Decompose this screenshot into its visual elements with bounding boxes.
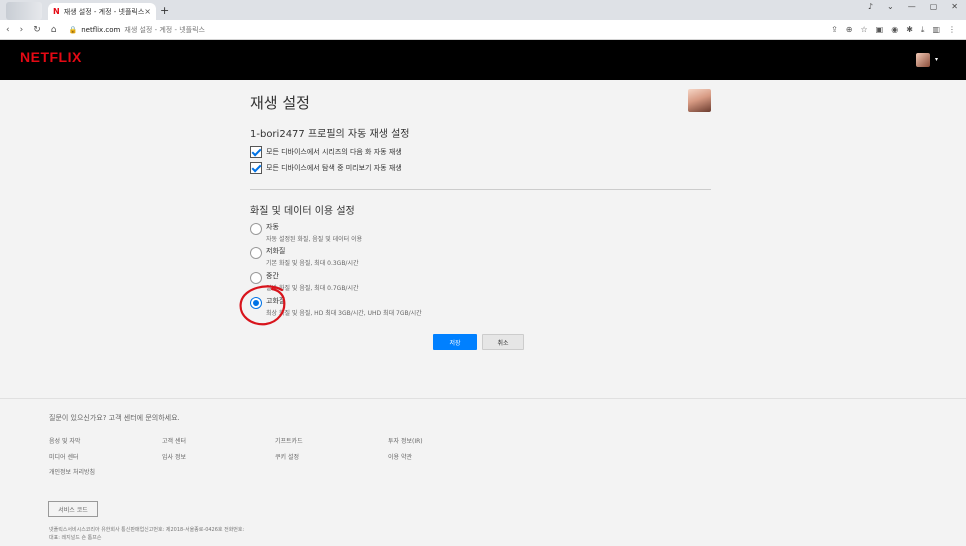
window-controls: ♪ ⌄ — ▢ ✕ [868,2,958,11]
menu-icon[interactable]: ⋮ [948,25,956,35]
tab-close-icon[interactable]: × [144,7,151,16]
quality-low-radio[interactable] [250,247,262,259]
pinned-tab[interactable] [6,2,42,20]
annotation-circle [239,285,286,326]
close-window-button[interactable]: ✕ [951,2,958,11]
media-icon[interactable]: ♪ [868,2,873,11]
home-icon[interactable]: ⌂ [51,25,57,35]
autoplay-next-episode-label: 모든 디바이스에서 시리즈의 다음 화 자동 재생 [266,148,402,156]
url-host: netflix.com [81,25,121,34]
autoplay-section-title: 1-bori2477 프로필의 자동 재생 설정 [250,129,410,140]
quality-medium-radio[interactable] [250,272,262,284]
lock-icon: 🔒 [68,25,78,34]
netflix-logo[interactable]: NETFLIX [20,49,82,65]
forward-icon[interactable]: › [20,25,24,35]
netflix-header: NETFLIX [0,40,966,80]
profile-avatar [688,89,711,112]
extension-icon[interactable]: ▣ [876,25,884,35]
footer-link-investor-relations[interactable]: 투자 정보(IR) [388,436,423,445]
quality-medium-label: 중간 [266,272,279,280]
quality-auto-label: 자동 [266,223,279,231]
footer-legal-line-2: 대표: 레지널드 숀 톰프슨 [49,535,102,541]
puzzle-icon[interactable]: ✱ [906,25,913,35]
footer-link-gift-cards[interactable]: 기프트카드 [275,436,303,445]
bookmark-star-icon[interactable]: ☆ [860,25,867,35]
footer: 질문이 있으신가요? 고객 센터에 문의하세요. 음성 및 자막 고객 센터 기… [0,398,966,546]
browser-tab-bar: N 재생 설정 - 계정 - 넷플릭스 × + ♪ ⌄ — ▢ ✕ [0,0,966,20]
footer-link-media-center[interactable]: 미디어 센터 [49,452,79,461]
back-icon[interactable]: ‹ [6,25,10,35]
page-title: 재생 설정 [250,94,310,112]
quality-option-low[interactable]: 저화질 기본 화질 및 음질, 최대 0.3GB/시간 [250,246,359,267]
quality-low-label: 저화질 [266,247,286,255]
quality-section-title: 화질 및 데이터 이용 설정 [250,206,355,217]
quality-low-desc: 기본 화질 및 음질, 최대 0.3GB/시간 [266,260,359,267]
footer-link-terms[interactable]: 이용 약관 [388,452,412,461]
quality-auto-desc: 자동 설정된 화질, 음질 및 데이터 이용 [266,236,363,243]
playback-settings-main: 재생 설정 1-bori2477 프로필의 자동 재생 설정 모든 디바이스에서… [0,80,966,398]
footer-legal-line-1: 넷플릭스서비시스코리아 유한회사 통신판매업신고번호: 제2018-서울종로-0… [49,527,245,533]
quality-auto-radio[interactable] [250,223,262,235]
footer-link-privacy[interactable]: 개인정보 처리방침 [49,467,95,476]
address-bar: ‹ › ↻ ⌂ 🔒 netflix.com 재생 설정 - 계정 - 넷플릭스 … [0,20,966,40]
footer-link-help-center[interactable]: 고객 센터 [162,436,186,445]
autoplay-previews-option[interactable]: 모든 디바이스에서 탐색 중 미리보기 자동 재생 [250,162,402,174]
zoom-icon[interactable]: ⊕ [846,25,853,35]
cancel-button[interactable]: 취소 [482,334,524,350]
autoplay-previews-checkbox[interactable] [250,162,262,174]
footer-help-text[interactable]: 질문이 있으신가요? 고객 센터에 문의하세요. [49,413,180,423]
new-tab-button[interactable]: + [160,4,169,17]
service-code-button[interactable]: 서비스 코드 [48,501,98,517]
autoplay-next-episode-checkbox[interactable] [250,146,262,158]
section-divider [250,189,711,190]
tab-search-icon[interactable]: ⌄ [887,2,894,11]
footer-link-jobs[interactable]: 입사 정보 [162,452,186,461]
netflix-favicon-icon: N [53,7,60,16]
quality-high-label: 고화질 [266,297,286,305]
browser-nav: ‹ › ↻ ⌂ [6,25,56,35]
share-icon[interactable]: ⇪ [831,25,838,35]
download-icon[interactable]: ⤓ [921,25,925,35]
footer-link-audio-subtitles[interactable]: 음성 및 자막 [49,436,80,445]
autoplay-previews-label: 모든 디바이스에서 탐색 중 미리보기 자동 재생 [266,164,402,172]
browser-tab-active[interactable]: N 재생 설정 - 계정 - 넷플릭스 × [48,3,156,20]
camera-icon[interactable]: ◉ [891,25,898,35]
footer-link-cookie-preferences[interactable]: 쿠키 설정 [275,452,299,461]
maximize-button[interactable]: ▢ [930,2,938,11]
autoplay-next-episode-option[interactable]: 모든 디바이스에서 시리즈의 다음 화 자동 재생 [250,146,402,158]
quality-option-auto[interactable]: 자동 자동 설정된 화질, 음질 및 데이터 이용 [250,222,362,243]
extension-toolbar: ⇪ ⊕ ☆ ▣ ◉ ✱ ⤓ ▥ ⋮ [831,25,956,35]
quality-high-desc: 최상 화질 및 음질, HD 최대 3GB/시간, UHD 최대 7GB/시간 [266,310,422,317]
url-page-title: 재생 설정 - 계정 - 넷플릭스 [124,25,205,34]
profile-menu-caret-icon[interactable]: ▾ [935,56,938,63]
header-avatar[interactable] [916,53,930,67]
save-button[interactable]: 저장 [433,334,477,350]
sidebar-icon[interactable]: ▥ [932,25,940,35]
reload-icon[interactable]: ↻ [33,25,41,35]
tab-title: 재생 설정 - 계정 - 넷플릭스 [63,7,145,16]
minimize-button[interactable]: — [908,2,916,11]
url-field[interactable]: 🔒 netflix.com 재생 설정 - 계정 - 넷플릭스 [68,25,204,35]
